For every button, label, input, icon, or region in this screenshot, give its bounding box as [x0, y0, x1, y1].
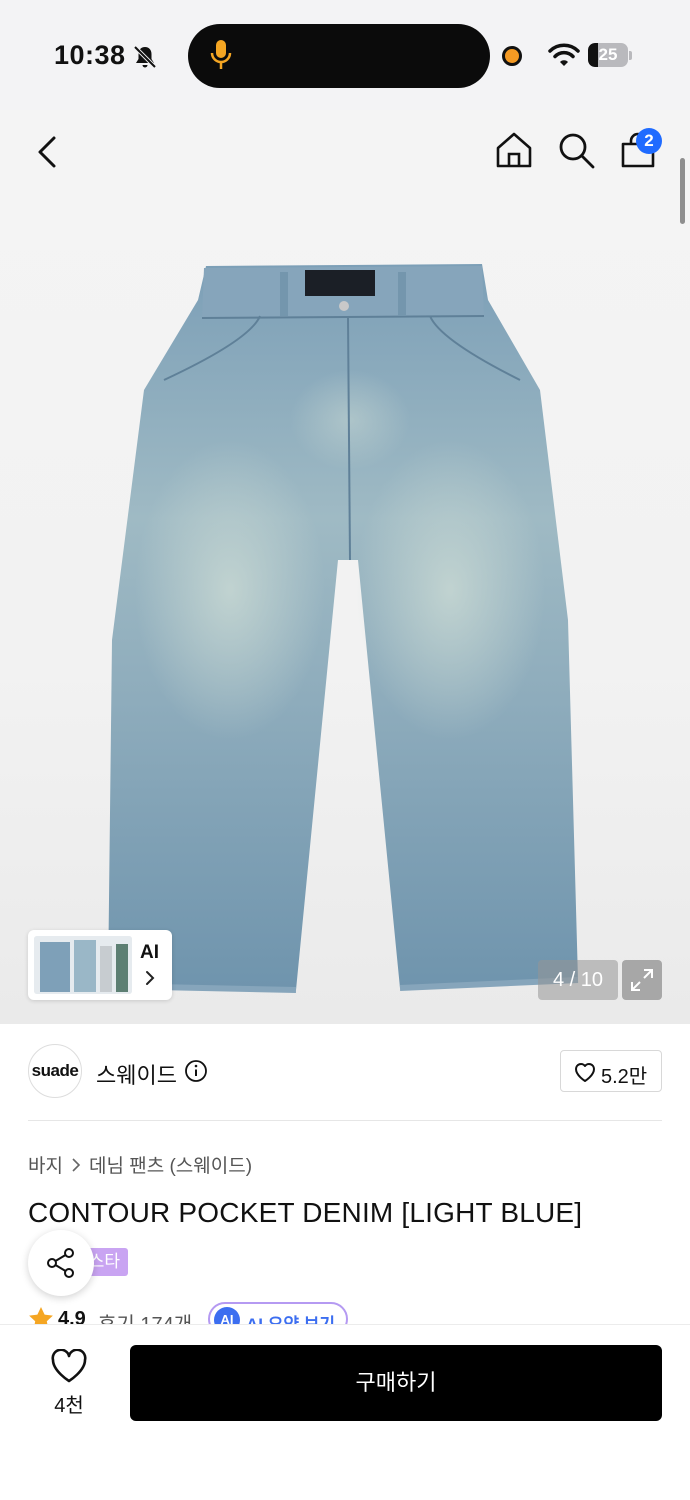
info-icon[interactable] [184, 1059, 208, 1083]
product-image [107, 264, 579, 993]
recording-indicator [502, 46, 522, 66]
ai-summary-label: AI 요약 보기 [246, 1310, 335, 1324]
brand-logo[interactable]: suade [28, 1044, 82, 1098]
product-gallery[interactable]: 2 AI 4 / 10 [0, 110, 690, 1024]
home-icon[interactable] [494, 130, 534, 170]
thumbnail-image [34, 936, 132, 994]
thumbnail-ai-label: AI [140, 942, 159, 963]
breadcrumb: 바지 데님 팬츠 (스웨이드) [28, 1151, 252, 1178]
image-counter: 4 / 10 [538, 960, 618, 1000]
expand-icon[interactable] [622, 960, 662, 1000]
scrollbar[interactable] [680, 158, 685, 224]
wishlist-button[interactable]: 4천 [30, 1347, 108, 1419]
mic-icon [210, 40, 232, 69]
brand-like-button[interactable]: 5.2만 [560, 1050, 662, 1092]
ai-summary-button[interactable]: AI AI 요약 보기 [208, 1302, 348, 1324]
star-icon [29, 1307, 53, 1324]
heart-icon [575, 1063, 595, 1082]
divider [28, 1120, 662, 1121]
share-button[interactable] [28, 1230, 94, 1296]
rating-value: 4.9 [58, 1308, 86, 1324]
chevron-right-icon [72, 1157, 81, 1172]
bottom-action-bar: 4천 구매하기 [0, 1324, 690, 1500]
heart-icon [51, 1349, 87, 1383]
ai-fit-thumbnail[interactable]: AI [28, 930, 172, 1000]
brand-like-count: 5.2만 [601, 1066, 648, 1088]
wishlist-count: 4천 [54, 1395, 84, 1417]
breadcrumb-subcategory[interactable]: 데님 팬츠 (스웨이드) [89, 1151, 252, 1178]
ai-badge: AI [214, 1307, 240, 1324]
review-count-link[interactable]: 후기 174개 [98, 1308, 192, 1324]
status-bar: 10:38 25 [0, 0, 690, 110]
share-icon [47, 1248, 74, 1278]
product-title: CONTOUR POCKET DENIM [LIGHT BLUE] [28, 1197, 583, 1228]
cart-count-badge: 2 [636, 128, 662, 154]
search-icon[interactable] [556, 130, 596, 170]
back-icon[interactable] [28, 132, 68, 172]
wifi-icon [548, 43, 580, 66]
battery-indicator: 25 [588, 43, 628, 67]
status-time: 10:38 [54, 40, 126, 70]
buy-button[interactable]: 구매하기 [130, 1345, 662, 1421]
breadcrumb-category[interactable]: 바지 [28, 1151, 63, 1178]
rating-row: 4.9 후기 174개 AI AI 요약 보기 [28, 1300, 668, 1324]
bell-slash-icon [133, 45, 157, 69]
chevron-right-icon [146, 971, 155, 985]
brand-name[interactable]: 스웨이드 [96, 1058, 177, 1090]
